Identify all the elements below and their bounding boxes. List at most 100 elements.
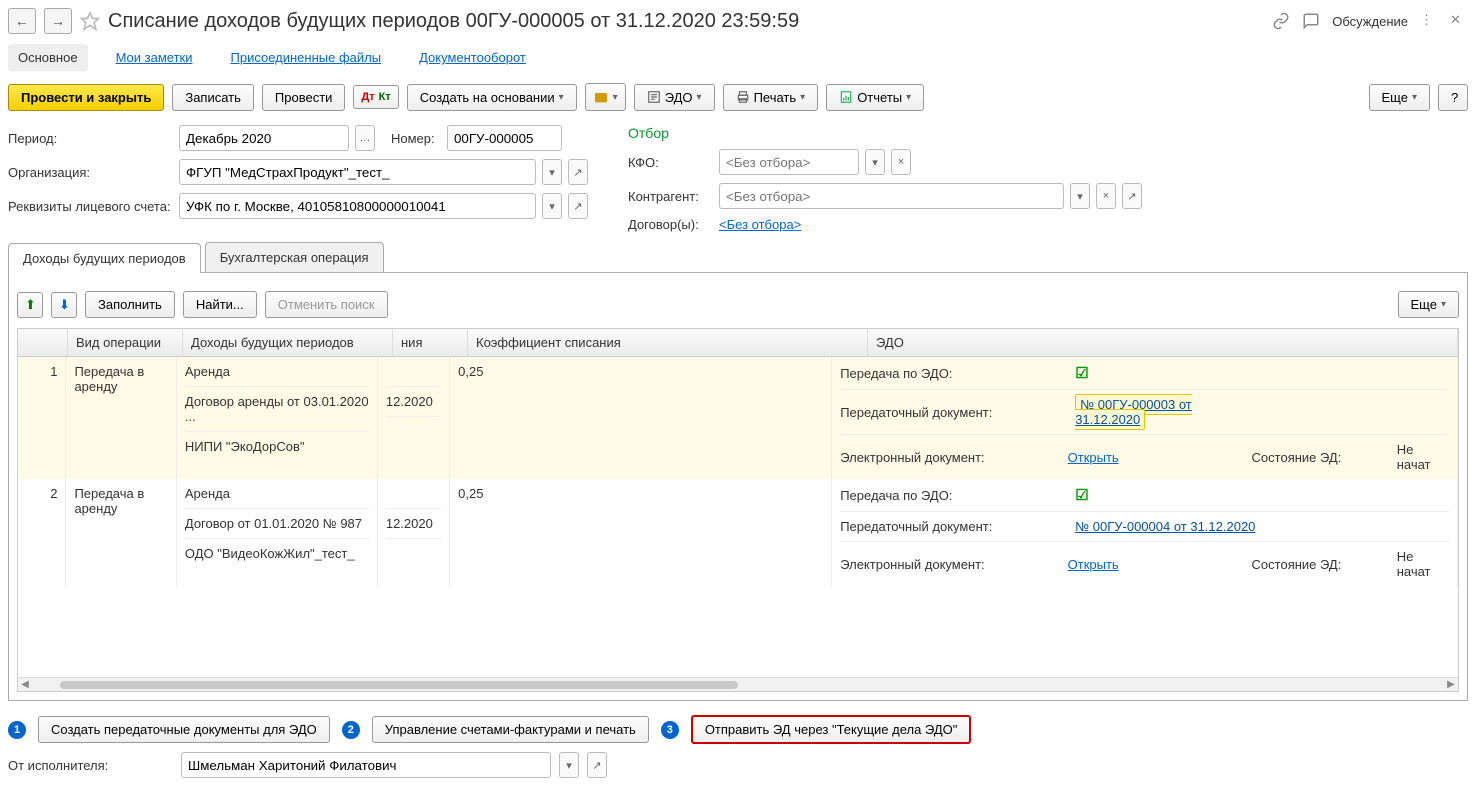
col-edo[interactable]: ЭДО [868,329,1458,356]
tab-accounting-operation[interactable]: Бухгалтерская операция [205,242,384,272]
edo-state-label: Состояние ЭД: [1252,557,1397,572]
nav-forward-button[interactable]: → [44,8,72,34]
data-grid: Вид операции Доходы будущих периодов ния… [17,328,1459,692]
org-label: Организация: [8,165,173,180]
printer-icon [736,90,750,104]
step-badge-3: 3 [661,721,679,739]
page-title: Списание доходов будущих периодов 00ГУ-0… [108,10,1264,33]
create-based-button[interactable]: Создать на основании [407,84,577,111]
dtkt-icon-button[interactable]: ДтКт [353,85,398,109]
reports-button[interactable]: Отчеты [826,84,924,111]
subtab-notes[interactable]: Мои заметки [106,44,203,71]
cell-future-incomes: АрендаДоговор от 01.01.2020 № 987ОДО "Ви… [177,479,378,586]
cell-edo: Передача по ЭДО:☑ Передаточный документ:№… [832,357,1458,479]
col-niya[interactable]: ния [393,329,468,356]
link-icon[interactable] [1272,12,1290,30]
subtab-files[interactable]: Присоединенные файлы [221,44,392,71]
cancel-find-button[interactable]: Отменить поиск [265,291,388,318]
period-input[interactable] [179,125,349,151]
find-button[interactable]: Найти... [183,291,257,318]
period-select-button[interactable]: … [355,125,375,151]
edo-handover-link[interactable]: № 00ГУ-000003 от 31.12.2020 [1075,394,1192,430]
from-dropdown-button[interactable]: ▾ [559,752,579,778]
cell-niya: 12.2020 [378,357,450,479]
edo-handover-label: Передаточный документ: [840,405,1075,420]
account-input[interactable] [179,193,536,219]
counterparty-clear-button[interactable]: × [1096,183,1116,209]
edo-handover-link[interactable]: № 00ГУ-000004 от 31.12.2020 [1075,519,1255,534]
cell-future-incomes: АрендаДоговор аренды от 03.01.2020 ...НИ… [177,357,378,479]
account-dropdown-button[interactable]: ▾ [542,193,562,219]
table-row[interactable]: 2Передача в арендуАрендаДоговор от 01.01… [18,479,1458,586]
tab-future-incomes[interactable]: Доходы будущих периодов [8,243,201,273]
edo-edoc-label: Электронный документ: [840,557,1067,572]
kfo-dropdown-button[interactable]: ▾ [865,149,885,175]
account-label: Реквизиты лицевого счета: [8,199,173,214]
step-badge-2: 2 [342,721,360,739]
contract-label: Договор(ы): [628,217,713,232]
cell-coefficient: 0,25 [450,479,832,586]
post-button[interactable]: Провести [262,84,346,111]
counterparty-input[interactable] [719,183,1064,209]
org-dropdown-button[interactable]: ▾ [542,159,562,185]
subtab-main[interactable]: Основное [8,44,88,71]
edo-button[interactable]: ЭДО [634,84,715,111]
edo-open-link[interactable]: Открыть [1068,450,1119,465]
cell-edo: Передача по ЭДО:☑Передаточный документ:№… [832,479,1458,586]
attach-icon-button[interactable] [585,83,626,111]
edo-handover-label: Передаточный документ: [840,519,1075,534]
create-handover-docs-button[interactable]: Создать передаточные документы для ЭДО [38,716,330,743]
move-up-button[interactable]: ⬆ [17,292,43,318]
org-open-button[interactable]: ↗ [568,159,588,185]
edo-open-link[interactable]: Открыть [1068,557,1119,572]
edo-transfer-checkbox[interactable]: ☑ [1075,486,1265,504]
close-icon[interactable]: ✕ [1450,12,1468,30]
cell-operation: Передача в аренду [66,479,176,586]
inner-more-button[interactable]: Еще [1398,291,1459,318]
discussion-label[interactable]: Обсуждение [1332,14,1408,29]
report-icon [839,90,853,104]
cell-number: 1 [18,357,66,479]
fill-button[interactable]: Заполнить [85,291,175,318]
edo-icon [647,90,661,104]
counterparty-dropdown-button[interactable]: ▾ [1070,183,1090,209]
table-row[interactable]: 1Передача в арендуАрендаДоговор аренды о… [18,357,1458,479]
number-label: Номер: [391,131,441,146]
post-and-close-button[interactable]: Провести и закрыть [8,84,164,111]
subtab-docflow[interactable]: Документооборот [409,44,536,71]
manage-invoices-button[interactable]: Управление счетами-фактурами и печать [372,716,649,743]
kfo-clear-button[interactable]: × [891,149,911,175]
chat-icon[interactable] [1302,12,1320,30]
kfo-label: КФО: [628,155,713,170]
kfo-input[interactable] [719,149,859,175]
edo-transfer-checkbox[interactable]: ☑ [1075,364,1265,382]
save-button[interactable]: Записать [172,84,254,111]
contract-link[interactable]: <Без отбора> [719,217,801,232]
edo-state-value: Не начат [1397,442,1449,472]
filter-heading: Отбор [628,125,1468,141]
edo-state-value: Не начат [1397,549,1449,579]
edo-state-label: Состояние ЭД: [1252,450,1397,465]
org-input[interactable] [179,159,536,185]
step-badge-1: 1 [8,721,26,739]
col-operation[interactable]: Вид операции [68,329,183,356]
favorite-star-icon[interactable] [80,11,100,31]
from-label: От исполнителя: [8,758,173,773]
from-open-button[interactable]: ↗ [587,752,607,778]
col-future-incomes[interactable]: Доходы будущих периодов [183,329,393,356]
print-button[interactable]: Печать [723,84,819,111]
send-ed-button[interactable]: Отправить ЭД через "Текущие дела ЭДО" [691,715,972,744]
help-button[interactable]: ? [1438,84,1468,111]
cell-coefficient: 0,25 [450,357,832,479]
col-coefficient[interactable]: Коэффициент списания [468,329,868,356]
counterparty-open-button[interactable]: ↗ [1122,183,1142,209]
more-button[interactable]: Еще [1369,84,1430,111]
nav-back-button[interactable]: ← [8,8,36,34]
horizontal-scrollbar[interactable]: ◀ ▶ [18,677,1458,691]
from-executor-input[interactable] [181,752,551,778]
kebab-icon[interactable]: ⋮ [1420,12,1438,30]
move-down-button[interactable]: ⬇ [51,292,77,318]
account-open-button[interactable]: ↗ [568,193,588,219]
number-input[interactable] [447,125,562,151]
edo-transfer-label: Передача по ЭДО: [840,366,1075,381]
